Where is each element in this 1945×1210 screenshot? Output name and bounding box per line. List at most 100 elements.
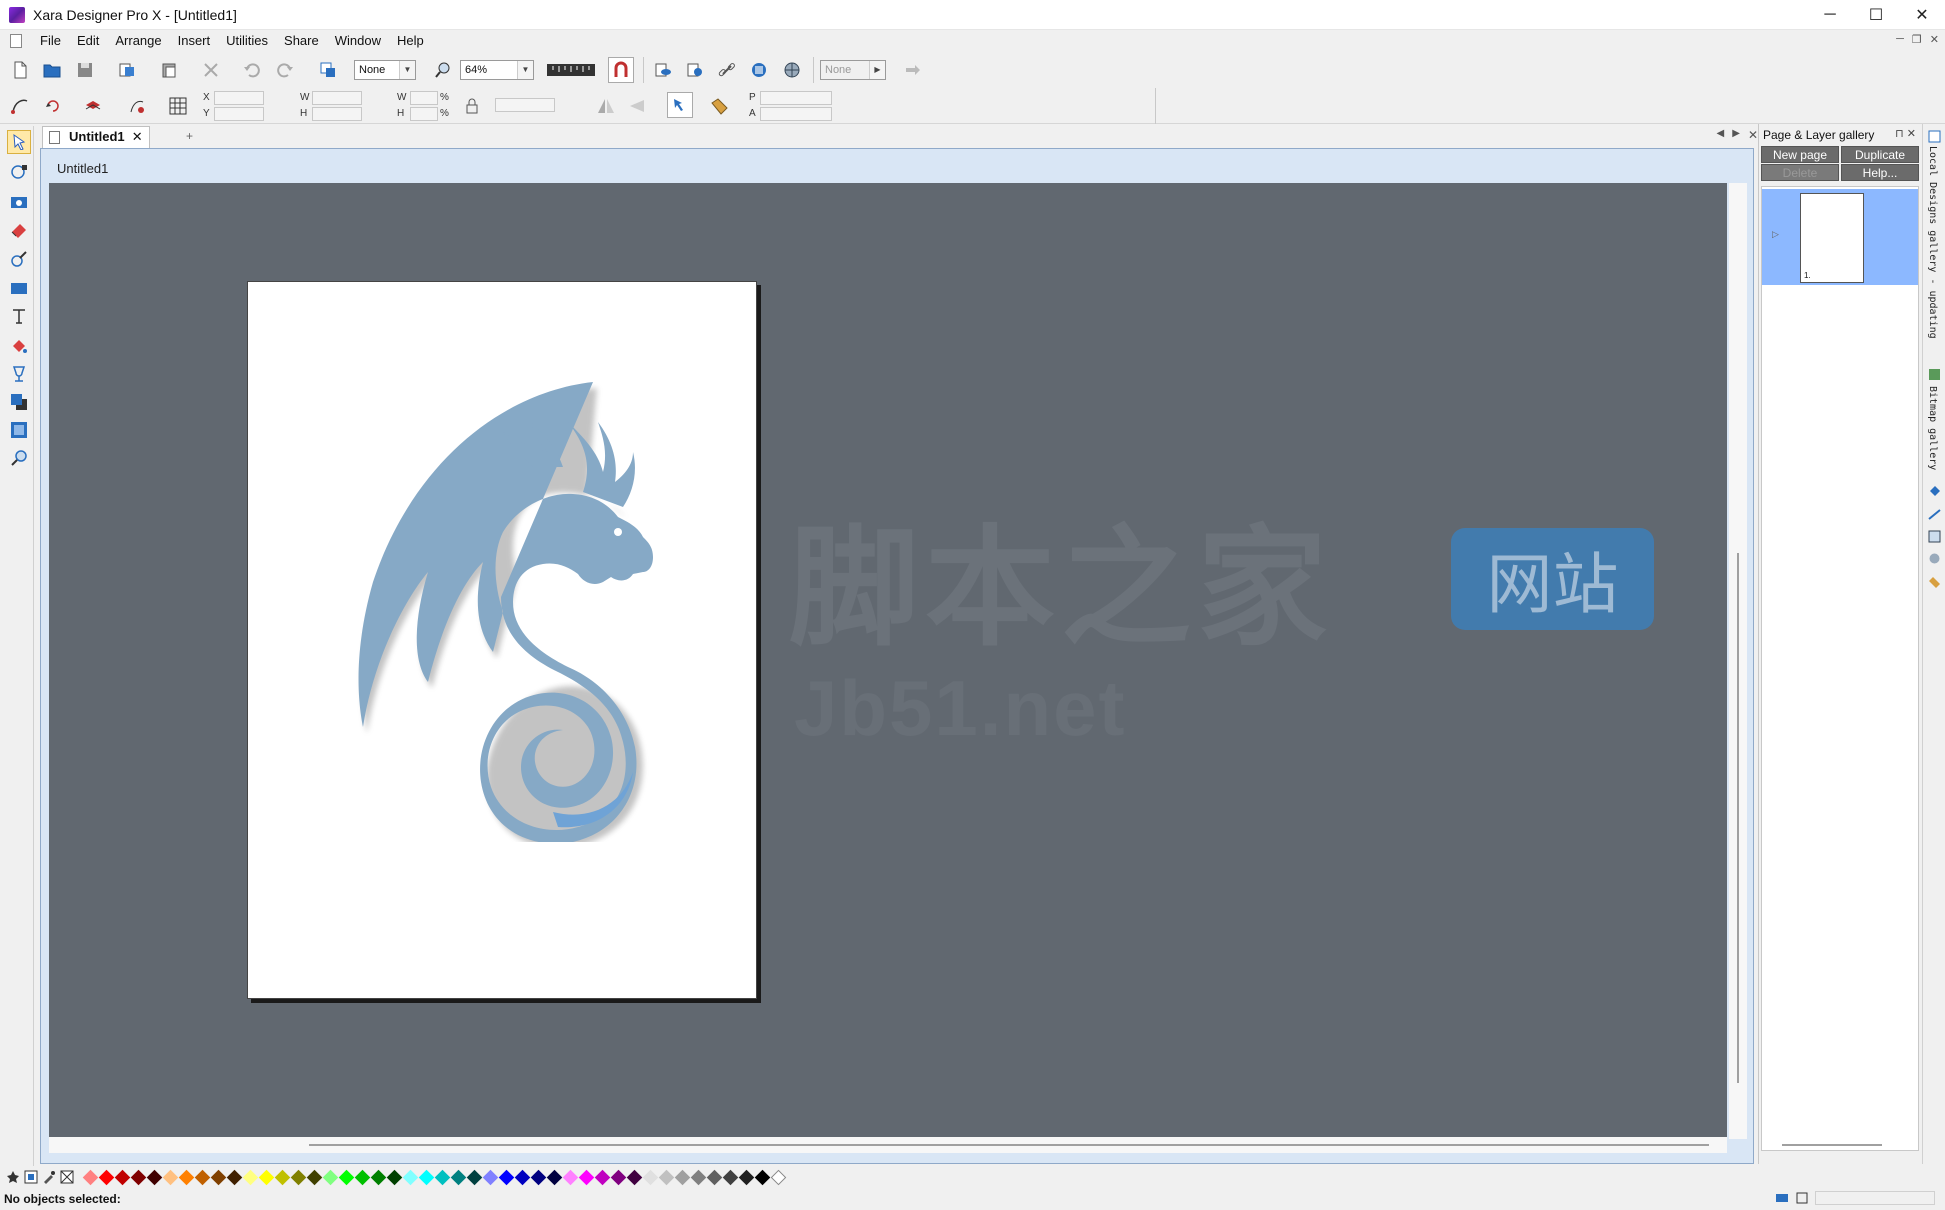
color-swatch[interactable] (770, 1169, 786, 1185)
rectangle-tool[interactable] (7, 276, 31, 300)
contour-button[interactable] (124, 93, 150, 119)
line-gallery-icon[interactable] (1928, 508, 1941, 521)
fill-gallery-icon[interactable] (1928, 484, 1941, 497)
y-position-field[interactable] (214, 107, 264, 121)
color-swatch[interactable] (578, 1169, 594, 1185)
path-tool-button[interactable] (7, 93, 33, 119)
bring-to-front-button[interactable] (80, 93, 106, 119)
shape-editor-tool[interactable] (7, 160, 31, 184)
new-tab-icon[interactable]: + (186, 129, 193, 143)
eyedropper-icon[interactable] (42, 1170, 56, 1184)
color-gallery-icon[interactable] (1928, 552, 1941, 565)
flip-vertical-button[interactable] (624, 93, 650, 119)
color-swatch[interactable] (466, 1169, 482, 1185)
redo-button[interactable] (272, 57, 298, 83)
color-swatch[interactable] (658, 1169, 674, 1185)
web-properties-button[interactable] (746, 57, 772, 83)
mdi-minimize-button[interactable]: ─ (1896, 33, 1904, 46)
a-field[interactable] (760, 107, 832, 121)
zoom-tool-button[interactable] (430, 57, 456, 83)
shadow-tool[interactable] (7, 390, 31, 414)
paste-button[interactable] (156, 57, 182, 83)
color-swatch[interactable] (402, 1169, 418, 1185)
color-swatch[interactable] (226, 1169, 242, 1185)
quality-select[interactable]: None ▼ (354, 60, 416, 80)
dragon-logo[interactable] (353, 382, 713, 842)
menu-insert[interactable]: Insert (170, 30, 219, 52)
menu-window[interactable]: Window (327, 30, 389, 52)
color-swatch[interactable] (178, 1169, 194, 1185)
color-swatch[interactable] (130, 1169, 146, 1185)
tab-scroll-left-icon[interactable]: ◀ (1717, 128, 1725, 142)
color-swatch[interactable] (98, 1169, 114, 1185)
color-line-icon[interactable] (24, 1170, 38, 1184)
hyperlink-button[interactable] (714, 57, 740, 83)
gallery-close-icon[interactable]: ✕ (1907, 128, 1916, 140)
width-field[interactable] (312, 91, 362, 105)
color-swatch[interactable] (450, 1169, 466, 1185)
color-swatch[interactable] (114, 1169, 130, 1185)
color-swatch[interactable] (322, 1169, 338, 1185)
gallery-scrollbar[interactable] (1782, 1144, 1882, 1146)
measure-button[interactable] (706, 93, 732, 119)
drawing-canvas[interactable]: 脚本之家 网站 Jb51.net (49, 183, 1727, 1139)
minimize-button[interactable]: ─ (1807, 0, 1853, 30)
close-button[interactable]: ✕ (1899, 0, 1945, 30)
color-swatch[interactable] (626, 1169, 642, 1185)
width-percent-field[interactable] (410, 91, 438, 105)
x-position-field[interactable] (214, 91, 264, 105)
color-swatch[interactable] (274, 1169, 290, 1185)
color-swatch[interactable] (642, 1169, 658, 1185)
name-gallery-icon[interactable] (1928, 576, 1941, 589)
menu-file[interactable]: File (32, 30, 69, 52)
color-swatch[interactable] (354, 1169, 370, 1185)
document-page[interactable] (247, 281, 757, 999)
tab-close-icon[interactable]: ✕ (132, 127, 143, 147)
color-swatch[interactable] (370, 1169, 386, 1185)
print-preview-button[interactable] (682, 57, 708, 83)
color-swatch[interactable] (386, 1169, 402, 1185)
bevel-tool[interactable] (7, 418, 31, 442)
color-swatch[interactable] (434, 1169, 450, 1185)
help-button[interactable]: Help... (1841, 164, 1919, 181)
grid-button[interactable] (165, 93, 191, 119)
new-document-button[interactable] (7, 57, 33, 83)
preview-button[interactable] (650, 57, 676, 83)
mdi-restore-button[interactable]: ❐ (1912, 33, 1922, 46)
delete-button[interactable] (198, 57, 224, 83)
zoom-select[interactable]: 64% ▼ (460, 60, 534, 80)
bitmap-gallery-tab[interactable]: Bitmap gallery (1927, 386, 1938, 470)
color-swatch[interactable] (242, 1169, 258, 1185)
local-designs-gallery-tab[interactable]: Local Designs gallery - updating (1927, 146, 1938, 339)
menu-edit[interactable]: Edit (69, 30, 107, 52)
fill-tool[interactable] (7, 334, 31, 358)
color-swatch[interactable] (690, 1169, 706, 1185)
rotation-angle-field[interactable] (495, 98, 555, 112)
zoom-to-fit-button[interactable] (315, 57, 341, 83)
new-page-button[interactable]: New page (1761, 146, 1839, 163)
gallery-pin-icon[interactable]: ⊓ (1895, 128, 1904, 140)
color-swatch[interactable] (674, 1169, 690, 1185)
menu-arrange[interactable]: Arrange (107, 30, 169, 52)
list-item[interactable]: ▷ 1. (1762, 189, 1918, 285)
close-document-icon[interactable]: ✕ (1748, 128, 1758, 142)
menu-share[interactable]: Share (276, 30, 327, 52)
color-swatch[interactable] (210, 1169, 226, 1185)
freehand-tool[interactable] (7, 247, 31, 271)
open-button[interactable] (39, 57, 65, 83)
publish-website-button[interactable] (779, 57, 805, 83)
import-button[interactable] (114, 57, 140, 83)
vertical-scrollbar-thumb[interactable] (1737, 553, 1739, 1083)
text-tool[interactable] (7, 304, 31, 328)
color-swatch[interactable] (610, 1169, 626, 1185)
color-swatch[interactable] (514, 1169, 530, 1185)
snap-to-objects-toggle[interactable] (608, 57, 634, 83)
color-swatch[interactable] (530, 1169, 546, 1185)
maximize-button[interactable]: ☐ (1853, 0, 1899, 30)
color-swatch[interactable] (338, 1169, 354, 1185)
lock-aspect-toggle[interactable] (459, 93, 485, 119)
flip-horizontal-button[interactable] (593, 93, 619, 119)
color-swatch[interactable] (306, 1169, 322, 1185)
color-swatch[interactable] (706, 1169, 722, 1185)
tab-untitled1[interactable]: Untitled1 ✕ (42, 126, 150, 148)
